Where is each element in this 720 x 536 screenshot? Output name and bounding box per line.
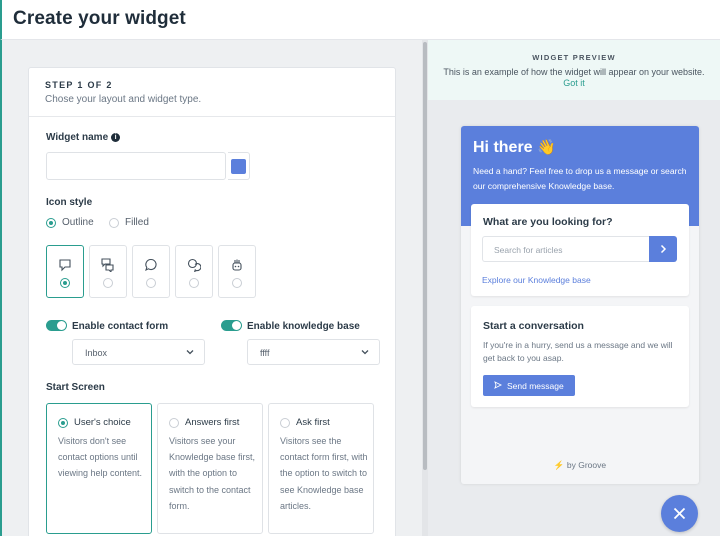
start-option-answers-first[interactable]: Answers first Visitors see your Knowledg…: [157, 403, 263, 534]
widget-name-label: Widget name i: [46, 132, 121, 143]
users-choice-radio[interactable]: [58, 418, 68, 428]
icon-option-2[interactable]: [89, 245, 127, 298]
icon-option-1-radio[interactable]: [60, 278, 70, 288]
color-picker[interactable]: [228, 152, 250, 180]
close-icon: [673, 507, 686, 520]
greeting-text: Hi there: [473, 139, 533, 156]
groove-branding: ⚡ by Groove: [461, 460, 699, 471]
wave-icon: 👋: [537, 139, 556, 156]
search-card: What are you looking for? Search for art…: [471, 204, 689, 296]
chat-round-double-icon: [187, 258, 201, 272]
icon-option-4-radio[interactable]: [189, 278, 199, 288]
chat-bubbles-icon: [101, 258, 114, 272]
icon-option-3[interactable]: [132, 245, 170, 298]
send-message-label: Send message: [507, 381, 564, 391]
contact-form-select[interactable]: Inbox: [72, 339, 205, 365]
knowledge-base-select-value: ffff: [260, 348, 270, 358]
page-title: Create your widget: [13, 8, 186, 29]
got-it-link[interactable]: Got it: [428, 78, 720, 88]
answers-first-desc: Visitors see your Knowledge base first, …: [169, 436, 256, 511]
icon-option-1[interactable]: [46, 245, 84, 298]
widget-greeting: Hi there 👋: [473, 138, 556, 157]
widget-name-input[interactable]: [46, 152, 226, 180]
widget-intro: Need a hand? Feel free to drop us a mess…: [473, 166, 687, 191]
search-submit-button[interactable]: [649, 236, 677, 262]
ask-first-radio[interactable]: [280, 418, 290, 428]
step-subtitle: Chose your layout and widget type.: [45, 94, 202, 105]
branding-text: by Groove: [566, 460, 607, 470]
info-icon[interactable]: i: [111, 133, 121, 142]
search-title: What are you looking for?: [483, 216, 613, 228]
preview-panel: WIDGET PREVIEW This is an example of how…: [428, 40, 720, 536]
knowledge-base-link[interactable]: Explore our Knowledge base: [482, 275, 591, 285]
start-option-ask-first[interactable]: Ask first Visitors see the contact form …: [268, 403, 374, 534]
users-choice-desc: Visitors don't see contact options until…: [58, 436, 143, 479]
conversation-desc: If you're in a hurry, send us a message …: [483, 340, 673, 363]
icon-option-3-radio[interactable]: [146, 278, 156, 288]
icon-style-label: Icon style: [46, 197, 93, 208]
scrollbar-thumb[interactable]: [423, 42, 427, 470]
filled-radio[interactable]: [109, 218, 119, 228]
users-choice-title: User's choice: [74, 417, 131, 428]
filled-label: Filled: [125, 217, 149, 228]
chevron-down-icon: [361, 350, 369, 355]
bolt-icon: ⚡: [553, 460, 565, 470]
outline-radio[interactable]: [46, 218, 56, 228]
start-screen-label: Start Screen: [46, 382, 105, 393]
preview-banner: WIDGET PREVIEW This is an example of how…: [428, 40, 720, 100]
ask-first-desc: Visitors see the contact form first, wit…: [280, 436, 368, 511]
article-search-input[interactable]: Search for articles: [482, 236, 650, 262]
icon-option-2-radio[interactable]: [103, 278, 113, 288]
contact-form-select-value: Inbox: [85, 348, 108, 358]
close-widget-button[interactable]: [661, 495, 698, 532]
preview-heading: WIDGET PREVIEW: [532, 53, 616, 62]
knowledge-base-label: Enable knowledge base: [247, 321, 360, 332]
conversation-title: Start a conversation: [483, 320, 584, 332]
knowledge-base-toggle[interactable]: [221, 320, 242, 331]
conversation-card: Start a conversation If you're in a hurr…: [471, 306, 689, 407]
settings-panel: STEP 1 OF 2 Chose your layout and widget…: [0, 40, 424, 536]
send-message-button[interactable]: Send message: [483, 375, 575, 396]
icon-option-5[interactable]: [218, 245, 256, 298]
color-swatch[interactable]: [231, 159, 246, 174]
chat-bubble-icon: [59, 259, 71, 272]
preview-description: This is an example of how the widget wil…: [443, 67, 705, 77]
step-header: STEP 1 OF 2 Chose your layout and widget…: [29, 68, 395, 117]
outline-label: Outline: [62, 217, 94, 228]
answers-first-title: Answers first: [185, 417, 240, 428]
speech-round-icon: [145, 258, 157, 272]
ask-first-title: Ask first: [296, 417, 330, 428]
chevron-down-icon: [186, 350, 194, 355]
answers-first-radio[interactable]: [169, 418, 179, 428]
start-option-users-choice[interactable]: User's choice Visitors don't see contact…: [46, 403, 152, 534]
icon-option-4[interactable]: [175, 245, 213, 298]
send-icon: [494, 381, 502, 389]
contact-form-toggle[interactable]: [46, 320, 67, 331]
robot-hand-icon: [232, 259, 242, 271]
search-placeholder: Search for articles: [494, 245, 563, 255]
top-bar: Create your widget: [0, 0, 720, 40]
contact-form-label: Enable contact form: [72, 321, 169, 332]
widget-preview: Hi there 👋 Need a hand? Feel free to dro…: [461, 126, 699, 484]
step-heading: STEP 1 OF 2: [45, 80, 113, 90]
widget-name-label-text: Widget name: [46, 132, 109, 143]
chevron-right-icon: [660, 244, 667, 254]
icon-option-5-radio[interactable]: [232, 278, 242, 288]
settings-card: STEP 1 OF 2 Chose your layout and widget…: [28, 67, 396, 536]
knowledge-base-select[interactable]: ffff: [247, 339, 380, 365]
